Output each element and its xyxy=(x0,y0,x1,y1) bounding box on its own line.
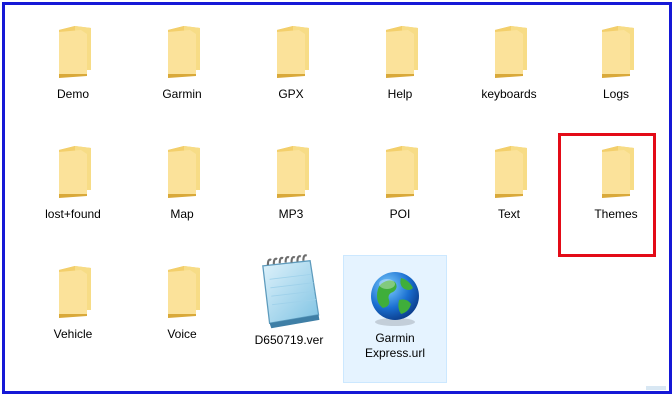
folder-item-garmin[interactable]: Garmin xyxy=(129,19,235,103)
folder-item-poi[interactable]: POI xyxy=(347,139,453,223)
watermark-mark xyxy=(646,386,666,390)
item-label: Voice xyxy=(167,327,197,341)
folder-icon xyxy=(495,26,527,78)
folder-icon xyxy=(277,146,309,198)
folder-item-map[interactable]: Map xyxy=(129,139,235,223)
item-label: lost+found xyxy=(45,207,101,221)
item-label: Garmin Express.url xyxy=(364,331,426,360)
item-label: GPX xyxy=(278,87,304,101)
item-label: D650719.ver xyxy=(254,333,324,347)
folder-icon xyxy=(168,266,200,318)
folder-item-gpx[interactable]: GPX xyxy=(238,19,344,103)
notepad-file-icon xyxy=(262,254,320,329)
item-label: Vehicle xyxy=(53,327,93,341)
folder-item-lost-found[interactable]: lost+found xyxy=(20,139,126,223)
item-label: Demo xyxy=(56,87,89,101)
folder-item-vehicle[interactable]: Vehicle xyxy=(20,259,126,343)
folder-icon xyxy=(59,26,91,78)
file-item-garmin-express-url[interactable]: Garmin Express.url xyxy=(343,255,447,383)
item-label: Map xyxy=(170,207,194,221)
folder-item-voice[interactable]: Voice xyxy=(129,259,235,343)
globe-internet-shortcut-icon xyxy=(371,272,419,326)
folder-icon xyxy=(495,146,527,198)
file-item-d650719-ver[interactable]: D650719.ver xyxy=(236,254,342,349)
item-label: Garmin xyxy=(162,87,202,101)
folder-item-demo[interactable]: Demo xyxy=(20,19,126,103)
folder-icon xyxy=(277,26,309,78)
item-label: MP3 xyxy=(278,207,304,221)
item-label: Logs xyxy=(602,87,630,101)
file-explorer-window: Demo Garmin GPX Help keyboards Logs lost… xyxy=(2,2,672,394)
folder-icon xyxy=(59,266,91,318)
folder-icon xyxy=(59,146,91,198)
themes-highlight-box xyxy=(558,133,656,257)
folder-item-mp3[interactable]: MP3 xyxy=(238,139,344,223)
item-label: keyboards xyxy=(481,87,537,101)
folder-icon xyxy=(386,146,418,198)
folder-icon xyxy=(602,26,634,78)
item-label: Help xyxy=(387,87,413,101)
item-label: POI xyxy=(389,207,411,221)
folder-item-help[interactable]: Help xyxy=(347,19,453,103)
item-label: Text xyxy=(497,207,520,221)
folder-icon xyxy=(168,146,200,198)
folder-item-keyboards[interactable]: keyboards xyxy=(456,19,562,103)
folder-item-logs[interactable]: Logs xyxy=(563,19,669,103)
folder-icon xyxy=(168,26,200,78)
folder-item-text[interactable]: Text xyxy=(456,139,562,223)
folder-icon xyxy=(386,26,418,78)
